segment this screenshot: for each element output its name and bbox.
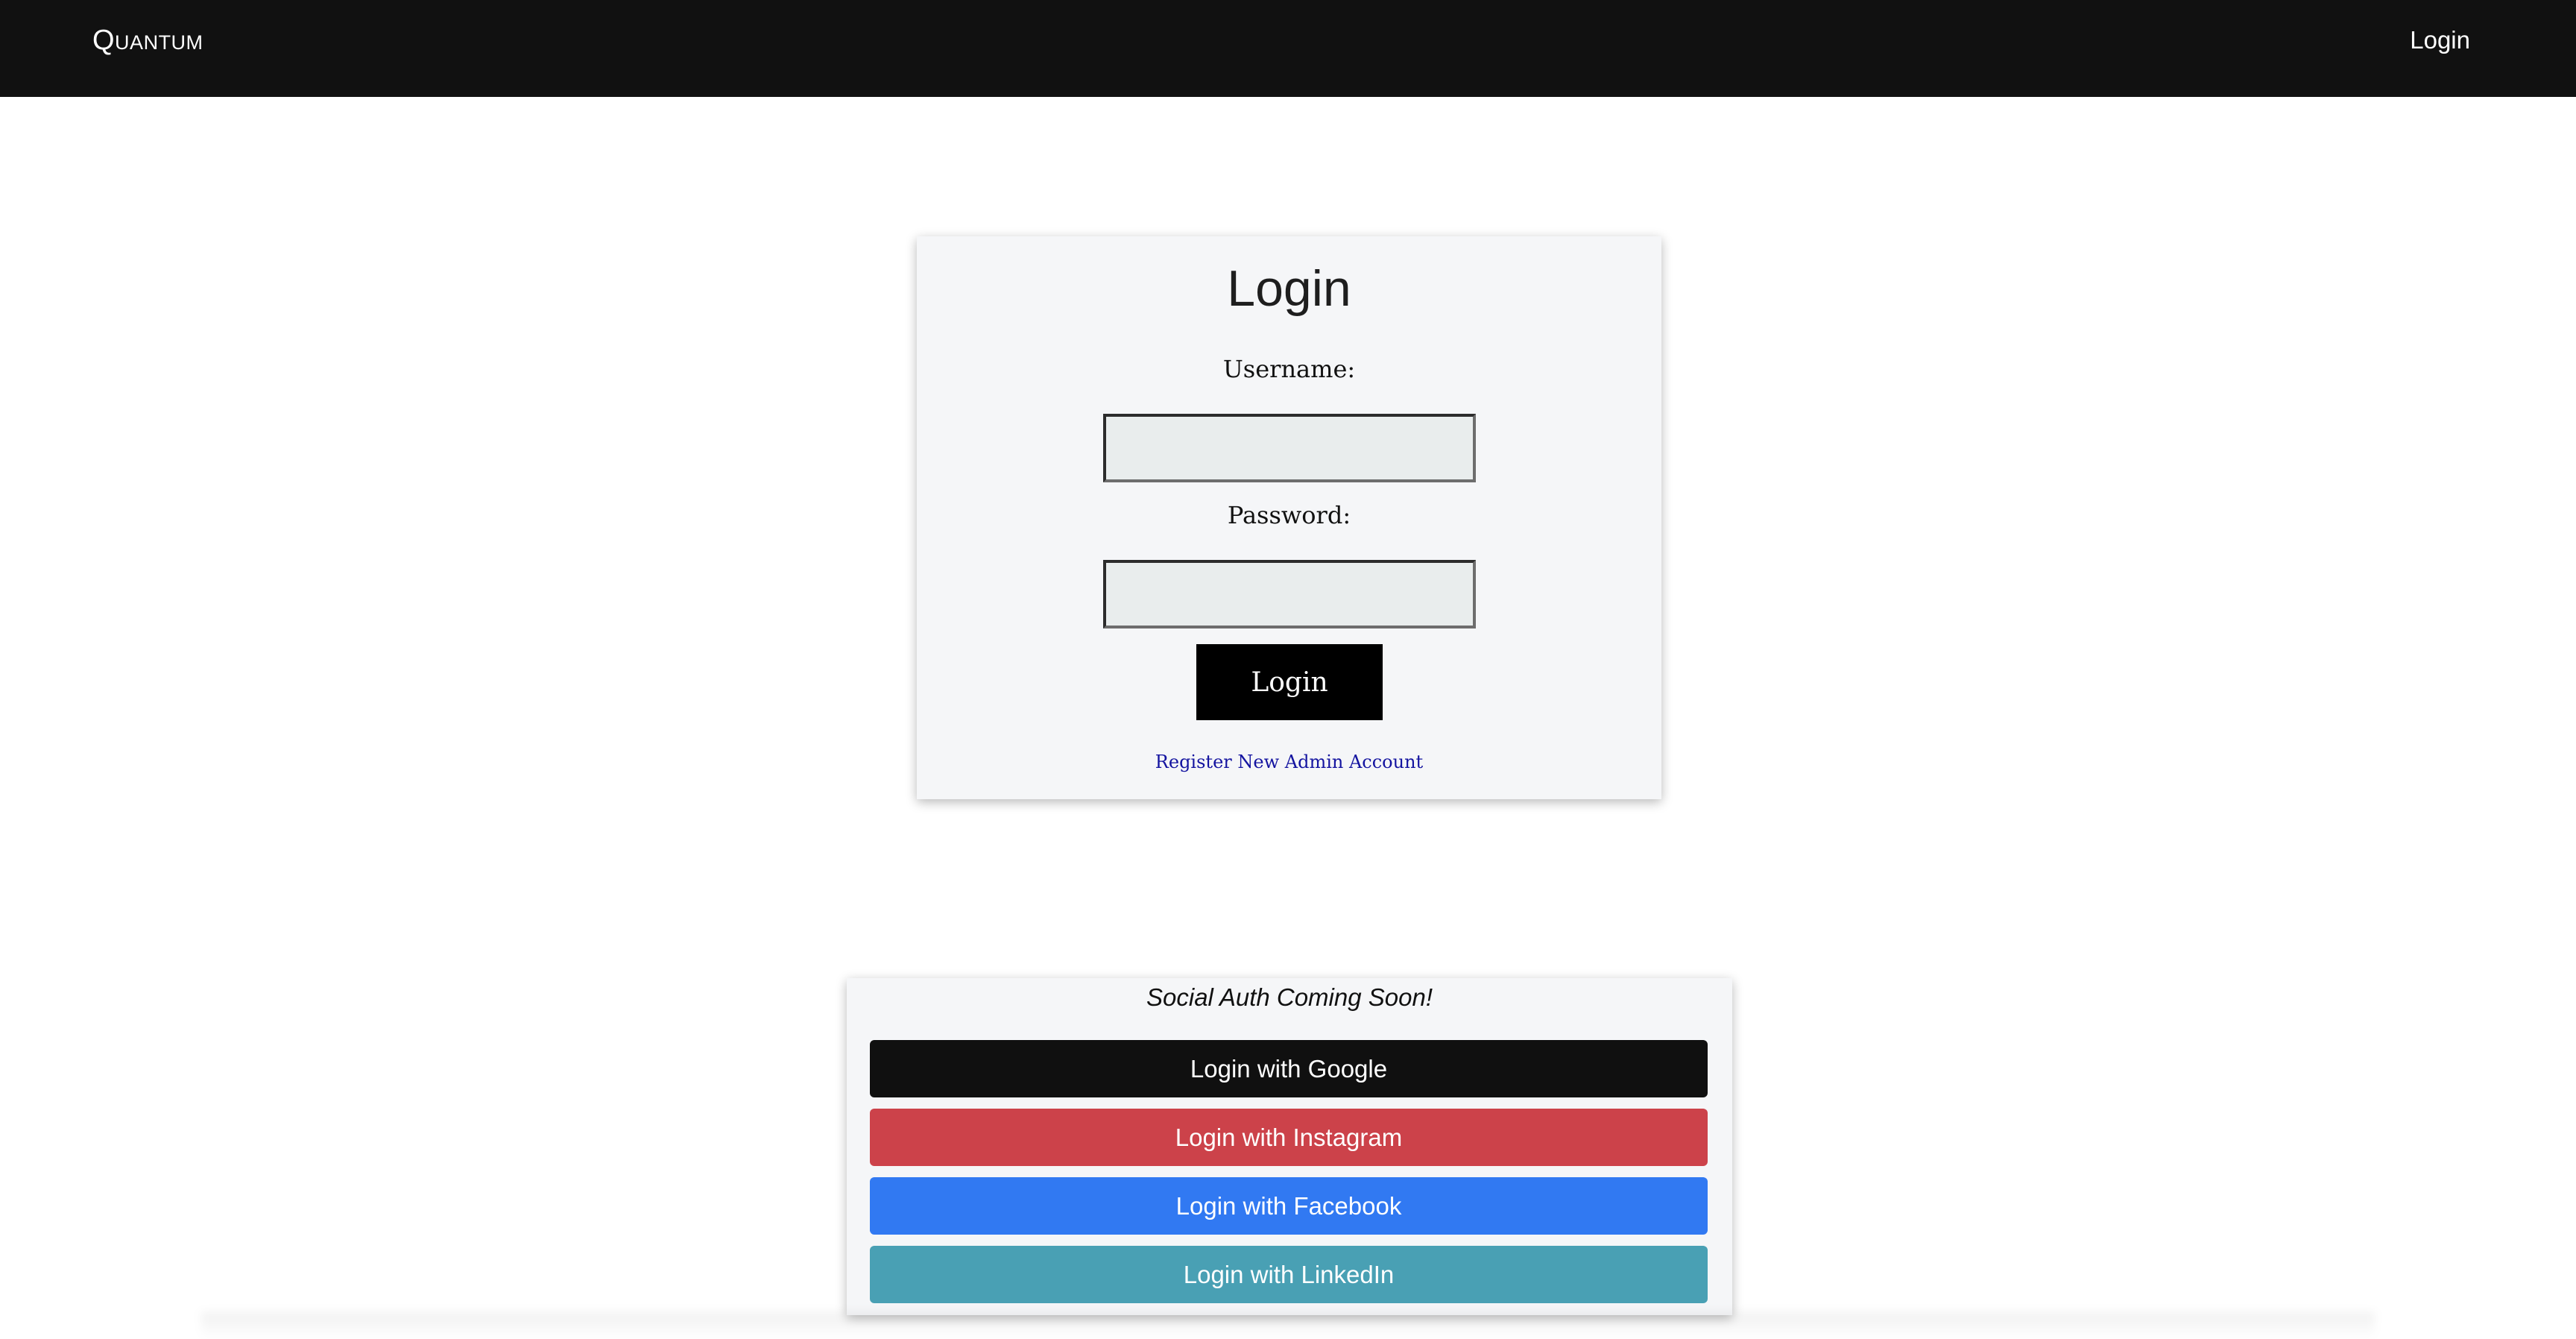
login-title: Login [1227,260,1351,317]
password-label: Password: [1227,501,1351,529]
login-linkedin-button[interactable]: Login with LinkedIn [870,1246,1708,1303]
password-input[interactable] [1103,560,1476,628]
nav-login-link[interactable]: Login [2410,25,2470,55]
username-label: Username: [1222,355,1356,383]
username-input[interactable] [1103,414,1476,482]
login-google-button[interactable]: Login with Google [870,1040,1708,1097]
login-instagram-button[interactable]: Login with Instagram [870,1109,1708,1166]
register-admin-link[interactable]: Register New Admin Account [917,751,1661,773]
brand-logo-link[interactable]: Quantum [92,25,203,55]
login-submit-button[interactable]: Login [1196,644,1383,720]
login-card: Login Username: Password: Login Register… [917,236,1661,799]
social-auth-title: Social Auth Coming Soon! [1146,983,1433,1011]
social-auth-card: Social Auth Coming Soon! Login with Goog… [847,978,1732,1315]
top-navbar: Quantum Login [0,0,2576,97]
login-facebook-button[interactable]: Login with Facebook [870,1177,1708,1235]
footer-shadow [201,1312,2375,1339]
